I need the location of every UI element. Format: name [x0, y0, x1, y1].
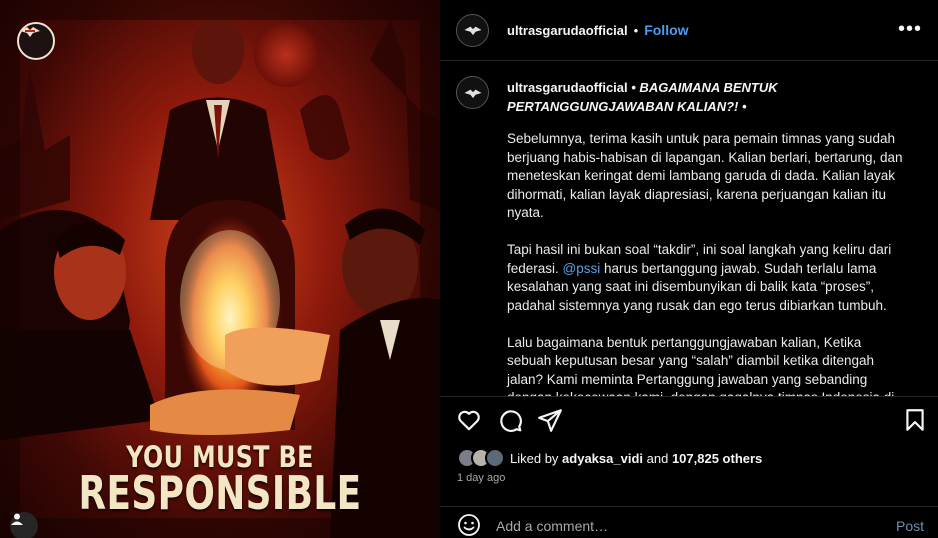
liker-avatars[interactable]: [457, 448, 507, 468]
author-avatar[interactable]: [456, 13, 489, 47]
caption-paragraph: Sebelumnya, terima kasih untuk para pema…: [507, 131, 903, 220]
poster-title-line2: RESPONSIBLE: [78, 466, 362, 520]
post-sidebar: ultrasgarudaofficial • Follow ••• ultras…: [440, 0, 938, 538]
post-timestamp[interactable]: 1 day ago: [457, 472, 505, 484]
author-username[interactable]: ultrasgarudaofficial: [507, 23, 628, 38]
post-comment-button[interactable]: Post: [896, 518, 924, 534]
garuda-logo-icon: [463, 26, 482, 36]
moon: [254, 23, 318, 87]
likes-and: and: [646, 450, 669, 466]
caption-username[interactable]: ultrasgarudaofficial: [507, 80, 628, 95]
comment-bar: Post: [440, 506, 938, 538]
caption-body: Sebelumnya, terima kasih untuk para pema…: [507, 130, 907, 396]
caption-paragraph: Lalu bagaimana bentuk pertanggungjawaban…: [507, 334, 894, 397]
liker-username[interactable]: adyaksa_vidi: [562, 451, 643, 466]
heart-icon[interactable]: [456, 407, 482, 433]
separator-dot: •: [633, 22, 639, 38]
comment-icon[interactable]: [497, 407, 523, 433]
ultras-garuda-logo: [17, 22, 55, 60]
post-header: ultrasgarudaofficial • Follow •••: [440, 0, 938, 61]
action-bar: [440, 396, 938, 440]
share-icon[interactable]: [537, 407, 563, 433]
garuda-logo-icon: [463, 89, 482, 98]
user-tag-button[interactable]: [10, 512, 38, 538]
caption-scroll-area[interactable]: ultrasgarudaofficial • BAGAIMANA BENTUK …: [440, 62, 938, 396]
caption-paragraph: Tapi hasil ini bukan soal “takdir”, ini …: [507, 241, 907, 315]
mention-link[interactable]: @pssi: [563, 261, 601, 276]
comment-input[interactable]: [496, 513, 876, 538]
follow-button[interactable]: Follow: [644, 22, 688, 38]
caption-headline: ultrasgarudaofficial • BAGAIMANA BENTUK …: [507, 78, 797, 116]
likes-text: Liked by adyaksa_vidi and 107,825 others: [510, 451, 762, 466]
more-options-icon[interactable]: •••: [898, 18, 922, 41]
likes-count[interactable]: 107,825 others: [672, 451, 762, 466]
caption-avatar[interactable]: [456, 76, 489, 109]
emoji-icon[interactable]: [457, 513, 481, 537]
left-figure: [0, 210, 160, 440]
bookmark-icon[interactable]: [902, 407, 928, 433]
likes-summary: Liked by adyaksa_vidi and 107,825 others: [457, 448, 762, 468]
likes-prefix: Liked by: [510, 450, 559, 466]
hand-upper: [225, 327, 330, 386]
post-image[interactable]: YOU MUST BE RESPONSIBLE: [0, 0, 440, 538]
user-tag-icon: [11, 513, 23, 525]
